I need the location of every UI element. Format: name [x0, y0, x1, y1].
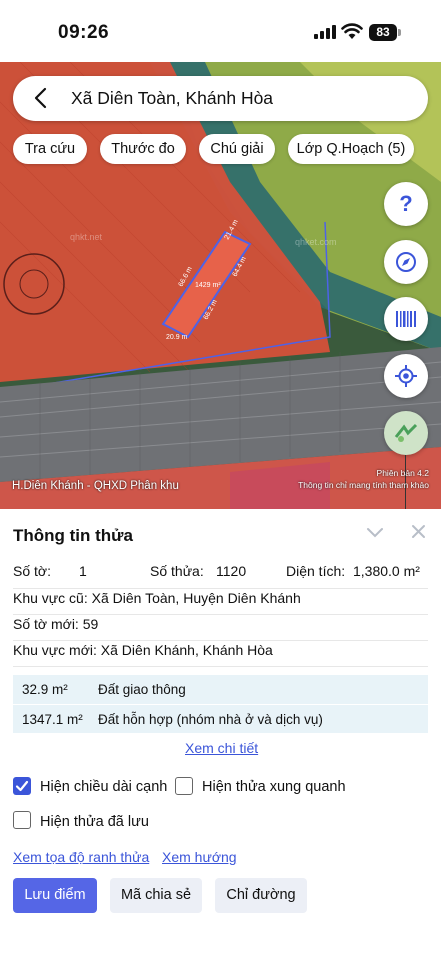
xem-chi-tiet-link[interactable]: Xem chi tiết: [185, 740, 258, 756]
parcel-info-panel: Thông tin thửa Số tờ: 1 Số thửa: 1120 Di…: [0, 509, 441, 960]
so-to-moi: Số tờ mới: 59: [13, 616, 99, 632]
compass-button[interactable]: [384, 240, 428, 284]
help-button[interactable]: ?: [384, 182, 428, 226]
land-use-type: Đất hỗn hợp (nhóm nhà ở và dịch vụ): [98, 712, 323, 727]
parcel-area-label: 1429 m²: [195, 282, 221, 289]
checkbox-hien-chieu-dai-canh[interactable]: [13, 777, 31, 795]
close-icon[interactable]: [411, 524, 426, 539]
checkbox-hien-thua-xung-quanh[interactable]: [175, 777, 193, 795]
option-label: Hiện thửa xung quanh: [202, 779, 346, 795]
xem-toa-do-link[interactable]: Xem tọa độ ranh thửa: [13, 849, 149, 865]
land-use-area: 32.9 m²: [22, 682, 68, 697]
compass-icon: [396, 252, 416, 272]
battery-icon: 83: [369, 24, 397, 41]
wifi-icon: [341, 23, 363, 39]
so-to-value: 1: [79, 563, 87, 579]
map-canvas[interactable]: 1429 m² 21.4 m 66.6 m 64.4 m 20.9 m 66.2…: [0, 62, 441, 509]
barcode-icon: [396, 311, 416, 327]
map-view[interactable]: 1429 m² 21.4 m 66.6 m 64.4 m 20.9 m 66.2…: [0, 62, 441, 509]
battery-tip: [398, 29, 401, 36]
old-area-row: Khu vực cũ: Xã Diên Toàn, Huyện Diên Khá…: [13, 589, 428, 615]
new-area-row: Khu vực mới: Xã Diên Khánh, Khánh Hòa: [13, 641, 428, 667]
dien-tich-label: Diện tích:: [286, 563, 346, 579]
khu-vuc-cu: Khu vực cũ: Xã Diên Toàn, Huyện Diên Khá…: [13, 590, 301, 606]
barcode-scan-button[interactable]: [384, 297, 428, 341]
share-code-button[interactable]: Mã chia sẻ: [110, 878, 202, 913]
edge-label: 20.9 m: [166, 334, 188, 341]
app-version: Phiên bản 4.2: [376, 468, 429, 478]
map-footer-info: Phiên bản 4.2 Thông tin chỉ mang tính th…: [298, 467, 429, 491]
watermark: qhkt.net: [70, 232, 103, 242]
location-search-bar[interactable]: Xã Diên Toàn, Khánh Hòa: [13, 76, 428, 121]
panel-title: Thông tin thửa: [13, 526, 133, 545]
question-icon: ?: [399, 191, 413, 216]
cellular-signal-icon: [314, 25, 336, 39]
save-point-button[interactable]: Lưu điểm: [13, 878, 97, 913]
land-use-area: 1347.1 m²: [22, 712, 83, 727]
checkmark-icon: [15, 780, 29, 792]
locate-icon: [395, 365, 417, 387]
new-sheet-row: Số tờ mới: 59: [13, 615, 428, 641]
parcel-summary-row: Số tờ: 1 Số thửa: 1120 Diện tích: 1,380.…: [13, 563, 428, 589]
satellite-thumbnail-icon: [394, 423, 418, 442]
option-label: Hiện chiều dài cạnh: [40, 779, 168, 795]
so-thua-value: 1120: [216, 563, 247, 579]
option-label: Hiện thửa đã lưu: [40, 814, 149, 830]
land-use-row: 32.9 m² Đất giao thông: [13, 675, 428, 704]
chevron-down-icon[interactable]: [366, 527, 384, 539]
so-thua-label: Số thửa:: [150, 563, 204, 579]
chip-lop-quy-hoach[interactable]: Lớp Q.Hoạch (5): [288, 134, 414, 164]
status-bar: 09:26 83: [0, 0, 441, 62]
directions-button[interactable]: Chỉ đường: [215, 878, 307, 913]
map-layer-label: H.Diên Khánh - QHXD Phân khu: [12, 480, 179, 492]
chip-tra-cuu[interactable]: Tra cứu: [13, 134, 87, 164]
back-arrow-icon[interactable]: [31, 87, 51, 109]
checkbox-hien-thua-da-luu[interactable]: [13, 811, 31, 829]
location-title[interactable]: Xã Diên Toàn, Khánh Hòa: [71, 88, 273, 109]
khu-vuc-moi: Khu vực mới: Xã Diên Khánh, Khánh Hòa: [13, 642, 273, 658]
chip-thuoc-do[interactable]: Thước đo: [100, 134, 186, 164]
status-time: 09:26: [58, 22, 110, 43]
base-map-toggle-button[interactable]: [384, 411, 428, 455]
land-use-type: Đất giao thông: [98, 682, 186, 697]
map-tool-chips: Tra cứu Thước đo Chú giải Lớp Q.Hoạch (5…: [0, 134, 441, 164]
map-disclaimer: Thông tin chỉ mang tính tham khảo: [298, 480, 429, 490]
xem-huong-link[interactable]: Xem hướng: [162, 849, 237, 865]
my-location-button[interactable]: [384, 354, 428, 398]
land-use-row: 1347.1 m² Đất hỗn hợp (nhóm nhà ở và dịc…: [13, 704, 428, 733]
dien-tich-value: 1,380.0 m²: [353, 563, 420, 579]
so-to-label: Số tờ:: [13, 563, 51, 579]
chip-chu-giai[interactable]: Chú giải: [199, 134, 275, 164]
watermark: qhket.com: [295, 237, 337, 247]
land-use-table: 32.9 m² Đất giao thông 1347.1 m² Đất hỗn…: [13, 675, 428, 733]
